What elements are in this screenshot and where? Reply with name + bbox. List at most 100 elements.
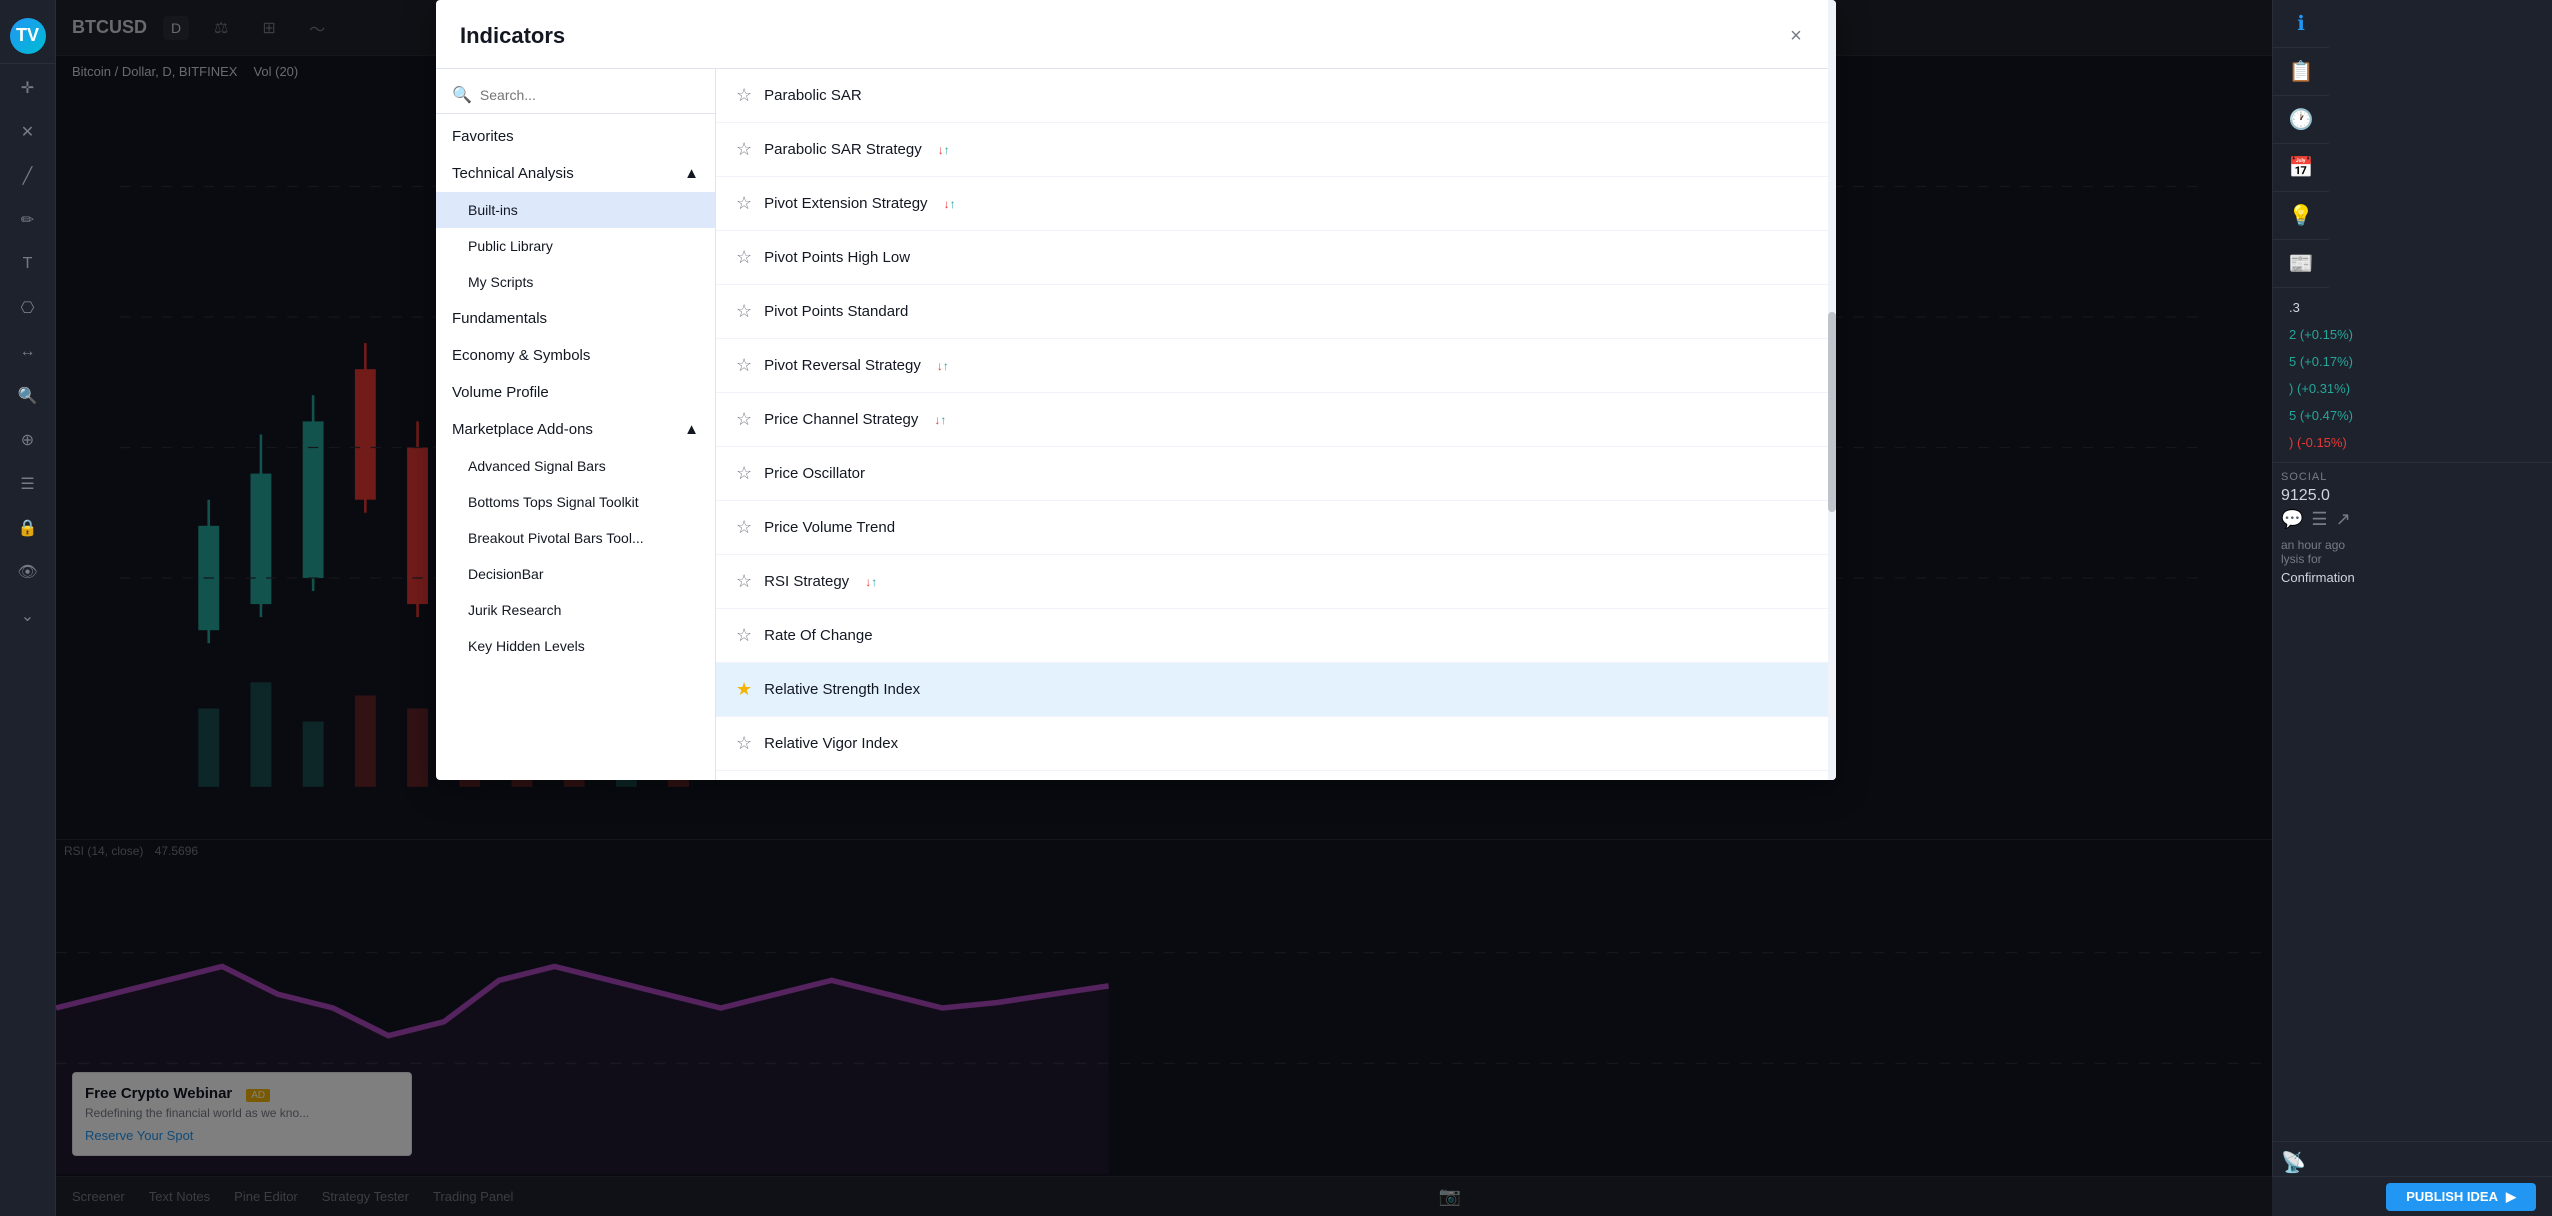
nav-item-favorites[interactable]: Favorites [436,118,715,155]
measure-tool[interactable]: ↔ [8,332,48,372]
result-item[interactable]: ☆ Pivot Points Standard [716,285,1836,339]
strategy-arrows: ↓↑ [865,575,877,589]
result-name: RSI Strategy [764,573,849,590]
marketplace-chevron-icon: ▲ [684,421,699,438]
right-sidebar: ℹ 📋 🕐 📅 💡 📰 .3 2 (+0.15%) 5 (+0.17%) ) (… [2272,0,2552,1216]
economy-label: Economy & Symbols [452,347,590,364]
nav-sub-builtins[interactable]: Built-ins [436,192,715,228]
nav-section-technical[interactable]: Technical Analysis ▲ [436,155,715,192]
star-icon[interactable]: ★ [736,679,752,700]
signal-icon[interactable]: 📡 [2281,1150,2544,1175]
result-item[interactable]: ☆ Relative Vigor Index [716,717,1836,771]
star-icon[interactable]: ☆ [736,625,752,646]
trend-line-tool[interactable]: ╱ [8,156,48,196]
result-item[interactable]: ☆Price Channel Strategy↓↑ [716,393,1836,447]
confirmation-label: Confirmation [2281,570,2544,585]
text-tool[interactable]: T [8,244,48,284]
nav-item-fundamentals[interactable]: Fundamentals [436,300,715,337]
scrollbar-track[interactable] [1828,69,1836,780]
star-icon[interactable]: ☆ [736,139,752,160]
result-name: Parabolic SAR Strategy [764,141,922,158]
result-item[interactable]: ☆ Price Oscillator [716,447,1836,501]
eye-tool[interactable]: 👁 [8,552,48,592]
star-icon[interactable]: ☆ [736,571,752,592]
result-item[interactable]: ☆Rate Of Change [716,609,1836,663]
result-item[interactable]: ☆Relative Volatility Index [716,771,1836,780]
star-icon[interactable]: ☆ [736,85,752,106]
star-icon[interactable]: ☆ [736,301,752,322]
nav-sub-key-hidden[interactable]: Key Hidden Levels [436,628,715,664]
result-item[interactable]: ☆Pivot Points High Low [716,231,1836,285]
result-name: Pivot Points Standard [764,303,908,320]
magnifier-tool[interactable]: ⊕ [8,420,48,460]
right-icon-calendar[interactable]: 📅 [2273,144,2329,192]
left-toolbar: TV ✛ ✕ ╱ ✏ T ⎔ ↔ 🔍 ⊕ ☰ 🔒 👁 ⌄ [0,0,56,1216]
strategy-arrows: ↓↑ [937,359,949,373]
breakout-label: Breakout Pivotal Bars Tool... [468,530,644,546]
price-level: 9125.0 [2281,487,2544,505]
time-ago: an hour ago [2281,538,2544,552]
nav-section-marketplace[interactable]: Marketplace Add-ons ▲ [436,411,715,448]
jurik-label: Jurik Research [468,602,561,618]
builtins-label: Built-ins [468,202,518,218]
list-icon[interactable]: ☰ [2311,509,2327,530]
star-icon[interactable]: ☆ [736,193,752,214]
nav-sub-decisionbar[interactable]: DecisionBar [436,556,715,592]
star-icon[interactable]: ☆ [736,733,752,754]
price-main: .3 [2289,300,2300,315]
indicators-panel: Indicators × 🔍 Favorites [436,0,1836,780]
price-change-2: 5 (+0.17%) [2281,350,2544,373]
result-item[interactable]: ☆ Parabolic SAR Strategy ↓↑ [716,123,1836,177]
crosshair-tool[interactable]: ✕ [8,112,48,152]
nav-sub-bottoms-tops[interactable]: Bottoms Tops Signal Toolkit [436,484,715,520]
right-icon-idea[interactable]: 💡 [2273,192,2329,240]
logo-area: TV [0,8,56,64]
social-section: SOCIAL 9125.0 💬 ☰ ↗ an hour ago lysis fo… [2273,462,2552,593]
result-name: Pivot Extension Strategy [764,195,927,212]
cursor-tool[interactable]: ✛ [8,68,48,108]
publish-label: PUBLISH IDEA [2406,1189,2498,1204]
scrollbar-thumb[interactable] [1828,312,1836,512]
right-icon-watchlist[interactable]: 📋 [2273,48,2329,96]
result-item[interactable]: ☆ RSI Strategy ↓↑ [716,555,1836,609]
right-icon-news[interactable]: 📰 [2273,240,2329,288]
result-item[interactable]: ☆Parabolic SAR [716,69,1836,123]
nav-sub-advanced-signal[interactable]: Advanced Signal Bars [436,448,715,484]
technical-analysis-label: Technical Analysis [452,165,574,182]
nav-sub-jurik[interactable]: Jurik Research [436,592,715,628]
publish-button[interactable]: PUBLISH IDEA ▶ [2386,1183,2536,1211]
watchlist-tool[interactable]: ☰ [8,464,48,504]
lock-tool[interactable]: 🔒 [8,508,48,548]
fundamentals-label: Fundamentals [452,310,547,327]
star-icon[interactable]: ☆ [736,355,752,376]
nav-sub-my-scripts[interactable]: My Scripts [436,264,715,300]
analysis-text: lysis for [2281,552,2322,566]
star-icon[interactable]: ☆ [736,409,752,430]
result-item[interactable]: ★Relative Strength Index [716,663,1836,717]
right-icon-alert[interactable]: 🕐 [2273,96,2329,144]
patterns-tool[interactable]: ⎔ [8,288,48,328]
nav-item-economy[interactable]: Economy & Symbols [436,337,715,374]
result-name: Price Oscillator [764,465,865,482]
price-display: .3 [2281,296,2544,319]
share-icon[interactable]: ↗ [2336,509,2351,530]
result-item[interactable]: ☆Pivot Extension Strategy↓↑ [716,177,1836,231]
search-input[interactable] [480,87,699,103]
right-icon-info[interactable]: ℹ [2273,0,2329,48]
chat-icon[interactable]: 💬 [2281,509,2303,530]
app-logo[interactable]: TV [10,18,46,54]
nav-sub-breakout[interactable]: Breakout Pivotal Bars Tool... [436,520,715,556]
result-name: Relative Vigor Index [764,735,898,752]
star-icon[interactable]: ☆ [736,247,752,268]
star-icon[interactable]: ☆ [736,517,752,538]
drawing-tool[interactable]: ✏ [8,200,48,240]
chevron-down-tool[interactable]: ⌄ [8,596,48,636]
result-item[interactable]: ☆Pivot Reversal Strategy↓↑ [716,339,1836,393]
zoom-tool[interactable]: 🔍 [8,376,48,416]
result-item[interactable]: ☆Price Volume Trend [716,501,1836,555]
strategy-arrows: ↓↑ [938,143,950,157]
nav-item-volume-profile[interactable]: Volume Profile [436,374,715,411]
star-icon[interactable]: ☆ [736,463,752,484]
nav-sub-public-library[interactable]: Public Library [436,228,715,264]
close-button[interactable]: × [1780,20,1812,52]
